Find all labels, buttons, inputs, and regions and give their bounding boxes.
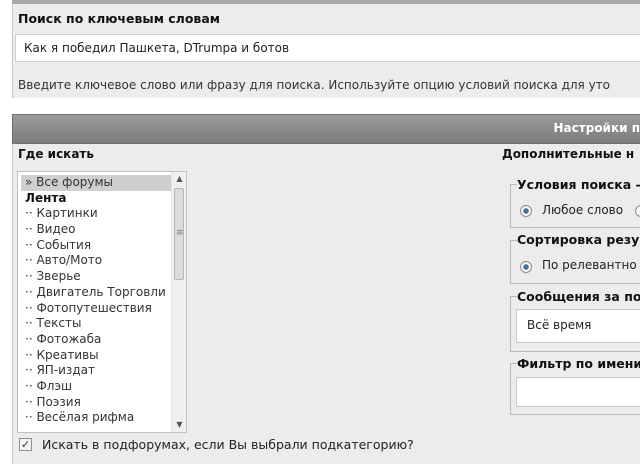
keyword-search-input[interactable]: Как я победил Пашкета, DTrumpa и ботов: [15, 34, 640, 62]
sort-results-legend: Сортировка резу: [517, 232, 640, 247]
search-subforums-label: Искать в подфорумах, если Вы выбрали под…: [42, 437, 414, 452]
name-filter-input[interactable]: [516, 377, 640, 407]
forum-option[interactable]: ·· Авто/Мото: [21, 253, 171, 269]
forum-option[interactable]: ·· Картинки: [21, 206, 171, 222]
scroll-down-arrow-icon[interactable]: ▼: [172, 418, 186, 432]
any-word-radio[interactable]: [520, 205, 532, 217]
forum-option[interactable]: ·· Тексты: [21, 316, 171, 332]
forum-option[interactable]: ·· Весёлая рифма: [21, 410, 171, 426]
messages-period-select[interactable]: Всё время: [516, 309, 640, 343]
forum-option[interactable]: ·· ЯП-издат: [21, 363, 171, 379]
scrollbar-thumb[interactable]: ≡: [174, 188, 184, 280]
forum-list-scrollbar[interactable]: ▲ ≡ ▼: [171, 172, 186, 432]
forum-option[interactable]: ·· Фотожаба: [21, 332, 171, 348]
search-subforums-checkbox[interactable]: ✓: [19, 438, 32, 451]
by-relevance-radio[interactable]: [520, 261, 532, 273]
checkmark-icon: ✓: [20, 438, 31, 451]
forum-options: » Все форумы Лента ·· Картинки ·· Видео ·· С…: [21, 175, 171, 426]
where-to-search-label: Где искать: [18, 147, 94, 161]
keyword-search-hint: Введите ключевое слово или фразу для пои…: [18, 78, 611, 92]
additional-settings-label: Дополнительные н: [502, 147, 635, 161]
any-word-option-label: Любое слово: [542, 203, 624, 217]
forum-option[interactable]: ·· Поэзия: [21, 395, 171, 411]
forum-select-list[interactable]: » Все форумы Лента ·· Картинки ·· Видео ·· С…: [17, 171, 187, 433]
forum-option[interactable]: ·· Двигатель Торговли: [21, 285, 171, 301]
search-conditions-legend: Условия поиска -: [517, 177, 640, 192]
next-condition-radio[interactable]: [635, 205, 640, 217]
forum-group-label[interactable]: Лента: [21, 191, 171, 207]
forum-option[interactable]: ·· События: [21, 238, 171, 254]
search-settings-header: [12, 114, 640, 144]
messages-period-legend: Сообщения за по: [517, 289, 640, 304]
forum-option[interactable]: ·· Фотопутешествия: [21, 301, 171, 317]
forum-option[interactable]: ·· Зверье: [21, 269, 171, 285]
forum-option[interactable]: ·· Видео: [21, 222, 171, 238]
scrollbar-grip-icon: ≡: [176, 228, 184, 238]
name-filter-legend: Фильтр по имени: [517, 356, 640, 371]
search-settings-title: Настройки п: [553, 121, 640, 135]
forum-option[interactable]: ·· Флэш: [21, 379, 171, 395]
forum-option[interactable]: » Все форумы: [21, 175, 171, 191]
scroll-up-arrow-icon[interactable]: ▲: [172, 172, 186, 186]
by-relevance-option-label: По релевантно: [542, 258, 637, 272]
forum-option[interactable]: ·· Креативы: [21, 348, 171, 364]
keyword-search-title: Поиск по ключевым словам: [18, 11, 220, 26]
